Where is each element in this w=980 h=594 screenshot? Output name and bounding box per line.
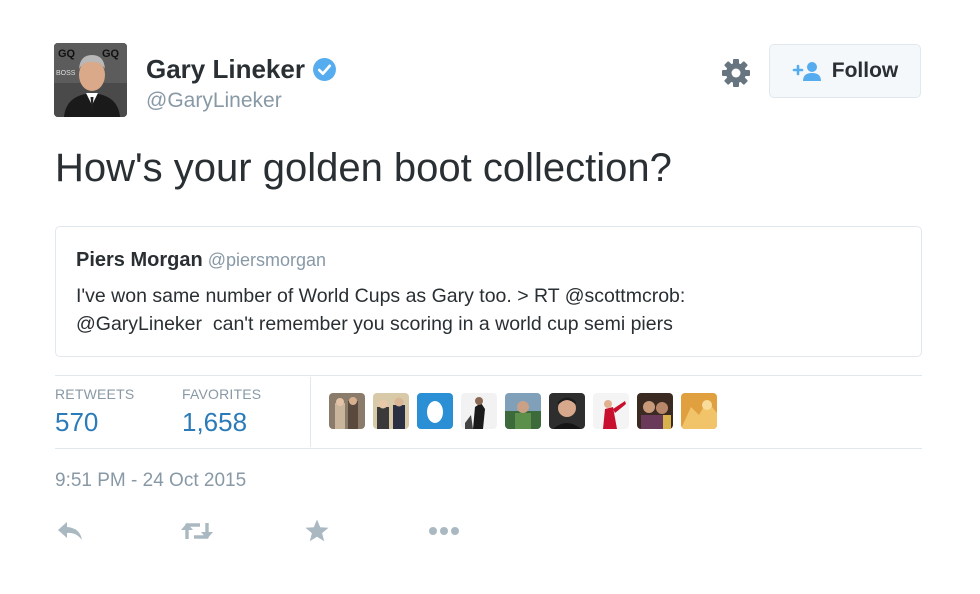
follow-button-label: Follow [831,59,899,82]
verified-badge-icon [313,57,336,81]
retweet-button[interactable] [180,516,214,546]
avatar-backdrop-text-2: BOSS [56,70,76,77]
quoted-tweet-line-2: @GaryLineker can't remember you scoring … [76,313,673,335]
favoriter-avatar-7[interactable] [593,393,629,429]
author-handle[interactable]: @GaryLineker [146,89,282,113]
stats-bottom-divider [55,448,922,449]
favorites-label: FAVORITES [182,386,262,402]
favoriter-avatar-9[interactable] [681,393,717,429]
more-options-icon [429,527,459,535]
retweets-count[interactable]: 570 [55,407,98,437]
quoted-author-handle: @piersmorgan [207,250,327,270]
author-name[interactable]: Gary Lineker [146,54,305,84]
author-avatar-image: GQ BOSS GQ [54,43,127,117]
follow-button[interactable]: Follow [769,44,921,98]
quoted-tweet-header: Piers Morgan @piersmorgan [76,248,901,272]
retweet-icon [181,523,213,539]
favoriter-avatar-1[interactable] [329,393,365,429]
favorite-star-icon [305,519,329,542]
reply-icon [58,522,82,540]
author-avatar[interactable]: GQ BOSS GQ [54,43,127,117]
favoriter-avatar-4[interactable] [461,393,497,429]
quoted-tweet-text: I've won same number of World Cups as Ga… [76,282,901,338]
quoted-tweet-card[interactable]: Piers Morgan @piersmorgan I've won same n… [55,226,922,357]
more-options-button[interactable] [428,516,460,546]
favoriter-avatar-6[interactable] [549,393,585,429]
favoriters-avatar-list [329,393,717,429]
favoriter-avatar-8[interactable] [637,393,673,429]
favoriter-avatar-3-default-egg[interactable] [417,393,453,429]
stats-vertical-divider [310,377,311,447]
tweet-text: How's your golden boot collection? [55,146,672,190]
favorites-count[interactable]: 1,658 [182,407,247,437]
quoted-tweet-line-1: I've won same number of World Cups as Ga… [76,285,686,307]
tweet-timestamp[interactable]: 9:51 PM - 24 Oct 2015 [55,470,246,492]
avatar-backdrop-text-3: GQ [102,48,120,60]
reply-button[interactable] [56,516,84,546]
author-name-row[interactable]: Gary Lineker [146,54,337,84]
settings-gear-icon[interactable] [721,58,751,88]
quoted-author-name: Piers Morgan [76,249,203,271]
stats-top-divider [55,375,922,376]
retweets-label: RETWEETS [55,386,135,402]
favoriter-avatar-5[interactable] [505,393,541,429]
favorite-button[interactable] [304,516,330,546]
favoriter-avatar-2[interactable] [373,393,409,429]
add-user-icon [792,62,821,81]
avatar-backdrop-text-1: GQ [58,48,76,60]
